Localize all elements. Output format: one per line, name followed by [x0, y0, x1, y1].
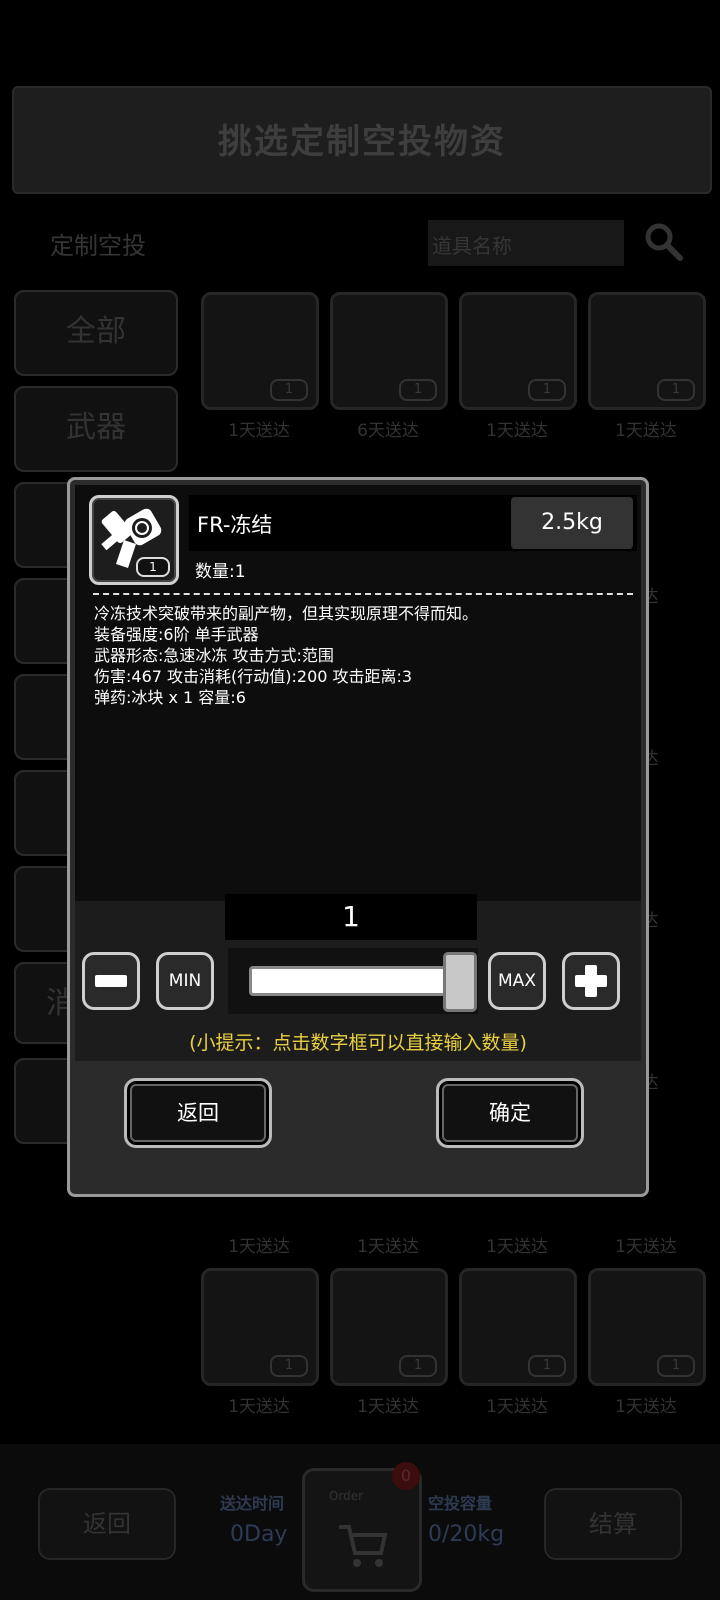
item-card[interactable]: 1: [459, 1268, 577, 1386]
search-icon[interactable]: [642, 220, 686, 264]
delivery-label: 1天送达: [228, 1237, 290, 1257]
plus-icon: [575, 965, 607, 997]
min-button[interactable]: MIN: [156, 952, 214, 1010]
delivery-label: 6天送达: [357, 421, 419, 441]
item-card[interactable]: 1: [201, 1268, 319, 1386]
tab-custom-airdrop[interactable]: 定制空投: [50, 226, 146, 261]
item-card[interactable]: 1: [330, 1268, 448, 1386]
delivery-label: 1天送达: [486, 1237, 548, 1257]
item-card[interactable]: 1: [588, 292, 706, 410]
category-all[interactable]: 全部: [14, 290, 178, 376]
item-card[interactable]: 1: [330, 292, 448, 410]
item-quantity: 数量:1: [195, 562, 246, 582]
quantity-input[interactable]: 1: [225, 894, 477, 940]
icon-count-badge: 1: [136, 557, 170, 577]
increment-button[interactable]: [562, 952, 620, 1010]
delivery-label: 1天送达: [615, 421, 677, 441]
item-card[interactable]: 1: [588, 1268, 706, 1386]
category-weapons[interactable]: 武器: [14, 386, 178, 472]
item-card[interactable]: 1: [201, 292, 319, 410]
delivery-label: 1天送达: [357, 1237, 419, 1257]
delivery-label: 1天送达: [486, 1397, 548, 1417]
delivery-time-value: 0Day: [230, 1522, 288, 1547]
delivery-label: 1天送达: [615, 1237, 677, 1257]
minus-icon: [95, 975, 127, 987]
delivery-label: 1天送达: [357, 1397, 419, 1417]
item-name: FR-冻结: [197, 513, 273, 537]
page-title: 挑选定制空投物资: [218, 122, 506, 162]
search-placeholder: 道具名称: [432, 234, 512, 258]
item-detail-dialog: 1 FR-冻结 2.5kg 数量:1 冷冻技术突破带来的副产物，但其实现原理不得…: [67, 477, 649, 1197]
confirm-button[interactable]: 确定: [436, 1078, 584, 1148]
capacity-value: 0/20kg: [428, 1522, 505, 1547]
checkout-button[interactable]: 结算: [544, 1488, 682, 1560]
slider-fill: [249, 966, 449, 996]
item-icon-box: 1: [89, 495, 179, 585]
delivery-time-label: 送达时间: [220, 1494, 285, 1513]
cart-badge: 0: [392, 1462, 420, 1490]
header-panel: 挑选定制空投物资: [12, 86, 712, 194]
capacity-label: 空投容量: [428, 1494, 493, 1513]
delivery-label: 1天送达: [228, 421, 290, 441]
bottom-back-button[interactable]: 返回: [38, 1488, 176, 1560]
hint-text: (小提示：点击数字框可以直接输入数量): [189, 1032, 527, 1054]
item-weight: 2.5kg: [511, 497, 633, 549]
order-tag: Order: [329, 1489, 364, 1503]
item-description: 冷冻技术突破带来的副产物，但其实现原理不得而知。 装备强度:6阶 单手武器 武器…: [94, 604, 479, 707]
slider-thumb[interactable]: [443, 952, 477, 1012]
cart-icon: [339, 1525, 388, 1567]
delivery-label: 1天送达: [615, 1397, 677, 1417]
back-button[interactable]: 返回: [124, 1078, 272, 1148]
delivery-label: 1天送达: [486, 421, 548, 441]
max-button[interactable]: MAX: [488, 952, 546, 1010]
item-info-panel: 1 FR-冻结 2.5kg 数量:1 冷冻技术突破带来的副产物，但其实现原理不得…: [75, 485, 641, 901]
item-card[interactable]: 1: [459, 292, 577, 410]
delivery-label: 1天送达: [228, 1397, 290, 1417]
decrement-button[interactable]: [82, 952, 140, 1010]
divider: [93, 593, 633, 595]
